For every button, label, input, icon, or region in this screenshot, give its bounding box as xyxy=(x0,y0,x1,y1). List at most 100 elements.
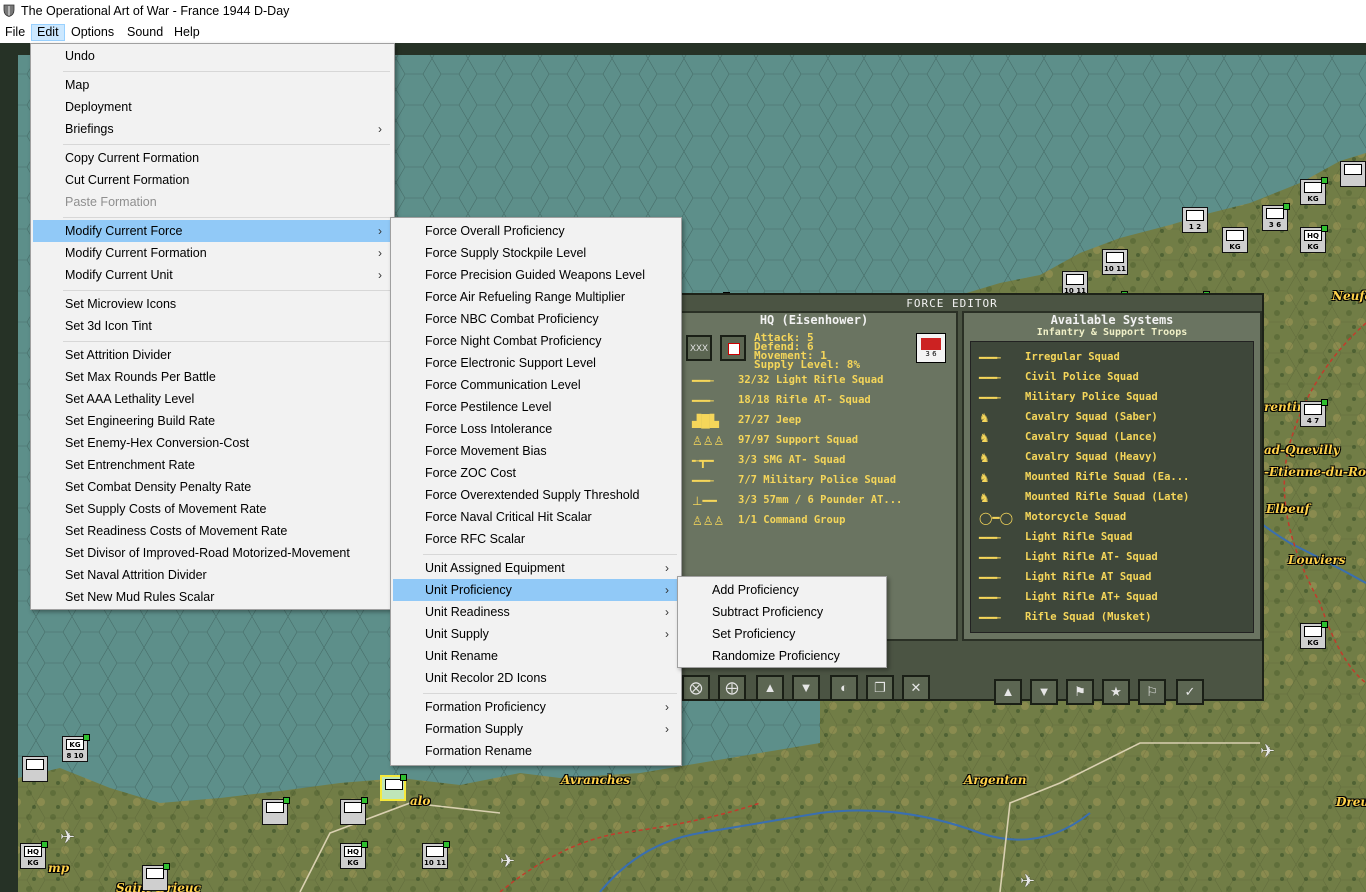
menu-item-force-movement-bias[interactable]: Force Movement Bias xyxy=(393,440,679,462)
menu-options[interactable]: Options xyxy=(66,24,119,41)
unit-counter[interactable]: KG xyxy=(1300,177,1328,205)
formation-icon[interactable]: XXX xyxy=(686,335,712,361)
system-row[interactable]: ♞ Cavalry Squad (Saber) xyxy=(971,408,1253,428)
move-down-button[interactable]: ▼ xyxy=(792,675,820,701)
menu-item-unit-supply[interactable]: Unit Supply › xyxy=(393,623,679,645)
menu-item-microview-icons[interactable]: Set Microview Icons xyxy=(33,293,392,315)
toggle-view-button[interactable]: ◐ xyxy=(830,675,858,701)
system-row[interactable]: ━━╾ Civil Police Squad xyxy=(971,368,1253,388)
menu-item-force-night-proficiency[interactable]: Force Night Combat Proficiency xyxy=(393,330,679,352)
equipment-row[interactable]: ▟█▙ 27/27 Jeep xyxy=(684,411,950,431)
menu-edit[interactable]: Edit xyxy=(31,24,65,41)
add-equipment-button[interactable]: ⨁ xyxy=(718,675,746,701)
menu-item-set-proficiency[interactable]: Set Proficiency xyxy=(680,623,884,645)
equipment-row[interactable]: ♙♙♙ 97/97 Support Squad xyxy=(684,431,950,451)
system-row[interactable]: ━━╾ Rifle Squad (Musket) xyxy=(971,608,1253,628)
unit-counter[interactable]: 10 11 xyxy=(1102,249,1128,275)
confirm-button[interactable]: ✓ xyxy=(1176,679,1204,705)
unit-hq-counter[interactable]: HQKG xyxy=(340,841,368,869)
menu-item-force-overall-proficiency[interactable]: Force Overall Proficiency xyxy=(393,220,679,242)
menu-item-force-supply-stockpile[interactable]: Force Supply Stockpile Level xyxy=(393,242,679,264)
equipment-row[interactable]: ━━╾ 32/32 Light Rifle Squad xyxy=(684,371,950,391)
menu-item-modify-formation[interactable]: Modify Current Formation › xyxy=(33,242,392,264)
system-row[interactable]: ━━╾ Military Police Squad xyxy=(971,388,1253,408)
unit-counter[interactable]: 10 11 xyxy=(422,841,450,869)
menu-item-force-rfc-scalar[interactable]: Force RFC Scalar xyxy=(393,528,679,550)
menu-item-undo[interactable]: Undo xyxy=(33,45,392,67)
menu-item-set-supply-costs[interactable]: Set Supply Costs of Movement Rate xyxy=(33,498,392,520)
unit-type-icon[interactable] xyxy=(720,335,746,361)
menu-item-deployment[interactable]: Deployment xyxy=(33,96,392,118)
menu-item-modify-force[interactable]: Modify Current Force › xyxy=(33,220,392,242)
menu-item-set-density-penalty[interactable]: Set Combat Density Penalty Rate xyxy=(33,476,392,498)
remove-equipment-button[interactable]: ⨂ xyxy=(682,675,710,701)
menu-item-set-attrition-divider[interactable]: Set Attrition Divider xyxy=(33,344,392,366)
menu-item-force-electronic-support[interactable]: Force Electronic Support Level xyxy=(393,352,679,374)
unit-counter[interactable]: KG xyxy=(1300,621,1328,649)
menu-item-add-proficiency[interactable]: Add Proficiency xyxy=(680,579,884,601)
unit-counter[interactable] xyxy=(22,756,48,782)
menu-item-set-max-rounds[interactable]: Set Max Rounds Per Battle xyxy=(33,366,392,388)
favorite-button[interactable]: ★ xyxy=(1102,679,1130,705)
move-up-button[interactable]: ▲ xyxy=(756,675,784,701)
copy-button[interactable]: ❐ xyxy=(866,675,894,701)
menu-item-force-loss-intolerance[interactable]: Force Loss Intolerance xyxy=(393,418,679,440)
system-row[interactable]: ♞ Mounted Rifle Squad (Late) xyxy=(971,488,1253,508)
menu-item-formation-proficiency[interactable]: Formation Proficiency › xyxy=(393,696,679,718)
system-row[interactable]: ━━╾ Light Rifle AT Squad xyxy=(971,568,1253,588)
menu-item-force-pestilence[interactable]: Force Pestilence Level xyxy=(393,396,679,418)
menu-item-icon-tint[interactable]: Set 3d Icon Tint xyxy=(33,315,392,337)
menu-item-set-engineering-rate[interactable]: Set Engineering Build Rate xyxy=(33,410,392,432)
menu-item-formation-rename[interactable]: Formation Rename xyxy=(393,740,679,762)
unit-counter[interactable] xyxy=(1340,161,1366,187)
menu-item-set-mud-rules[interactable]: Set New Mud Rules Scalar xyxy=(33,586,392,608)
filter-button[interactable]: ⚑ xyxy=(1066,679,1094,705)
menu-item-force-pgw-level[interactable]: Force Precision Guided Weapons Level xyxy=(393,264,679,286)
unit-counter[interactable]: 1 2 xyxy=(1182,207,1208,233)
unit-selected-counter[interactable] xyxy=(380,774,407,801)
menu-item-copy-formation[interactable]: Copy Current Formation xyxy=(33,147,392,169)
menu-sound[interactable]: Sound xyxy=(122,24,168,41)
equipment-row[interactable]: ╾┳━ 3/3 SMG AT- Squad xyxy=(684,451,950,471)
system-row[interactable]: ━━╾ Irregular Squad xyxy=(971,348,1253,368)
equipment-row[interactable]: ━━╾ 18/18 Rifle AT- Squad xyxy=(684,391,950,411)
menu-item-briefings[interactable]: Briefings › xyxy=(33,118,392,140)
equipment-row[interactable]: ⊥━━ 3/3 57mm / 6 Pounder AT... xyxy=(684,491,950,511)
menu-item-force-naval-critical[interactable]: Force Naval Critical Hit Scalar xyxy=(393,506,679,528)
menu-item-force-communication[interactable]: Force Communication Level xyxy=(393,374,679,396)
unit-hq-counter[interactable]: HQKG xyxy=(20,841,48,869)
equipment-row[interactable]: ━━╾ 7/7 Military Police Squad xyxy=(684,471,950,491)
menu-item-unit-rename[interactable]: Unit Rename xyxy=(393,645,679,667)
unit-hq-counter[interactable]: HQKG xyxy=(1300,225,1328,253)
unit-counter[interactable]: 3 6 xyxy=(1262,203,1290,231)
system-row[interactable]: ♞ Cavalry Squad (Lance) xyxy=(971,428,1253,448)
menu-item-subtract-proficiency[interactable]: Subtract Proficiency xyxy=(680,601,884,623)
systems-up-button[interactable]: ▲ xyxy=(994,679,1022,705)
system-row[interactable]: ━━╾ Light Rifle Squad xyxy=(971,528,1253,548)
menu-item-unit-assigned-equipment[interactable]: Unit Assigned Equipment › xyxy=(393,557,679,579)
flag-button[interactable]: ⚐ xyxy=(1138,679,1166,705)
system-row[interactable]: ━━╾ Light Rifle AT- Squad xyxy=(971,548,1253,568)
unit-counter[interactable]: 4 7 xyxy=(1300,399,1328,427)
menu-item-force-air-refueling[interactable]: Force Air Refueling Range Multiplier xyxy=(393,286,679,308)
menu-item-modify-unit[interactable]: Modify Current Unit › xyxy=(33,264,392,286)
system-row[interactable]: ━━╾ Light Rifle AT+ Squad xyxy=(971,588,1253,608)
menu-item-map[interactable]: Map xyxy=(33,74,392,96)
menu-item-set-aaa-lethality[interactable]: Set AAA Lethality Level xyxy=(33,388,392,410)
system-row[interactable]: ◯━◯ Motorcycle Squad xyxy=(971,508,1253,528)
menu-item-formation-supply[interactable]: Formation Supply › xyxy=(393,718,679,740)
menu-file[interactable]: File xyxy=(0,24,30,41)
unit-counter[interactable] xyxy=(142,863,170,891)
unit-counter[interactable]: KG xyxy=(1222,227,1248,253)
equipment-row[interactable]: ♙♙♙ 1/1 Command Group xyxy=(684,511,950,531)
menu-item-unit-readiness[interactable]: Unit Readiness › xyxy=(393,601,679,623)
unit-kg-counter[interactable]: KG 8 10 xyxy=(62,734,90,762)
close-editor-button[interactable]: ✕ xyxy=(902,675,930,701)
menu-item-unit-recolor-icons[interactable]: Unit Recolor 2D Icons xyxy=(393,667,679,689)
menu-item-cut-formation[interactable]: Cut Current Formation xyxy=(33,169,392,191)
menu-item-set-hex-conversion[interactable]: Set Enemy-Hex Conversion-Cost xyxy=(33,432,392,454)
unit-counter[interactable] xyxy=(340,797,368,825)
menu-item-force-zoc-cost[interactable]: Force ZOC Cost xyxy=(393,462,679,484)
menu-item-set-entrenchment[interactable]: Set Entrenchment Rate xyxy=(33,454,392,476)
system-row[interactable]: ♞ Mounted Rifle Squad (Ea... xyxy=(971,468,1253,488)
